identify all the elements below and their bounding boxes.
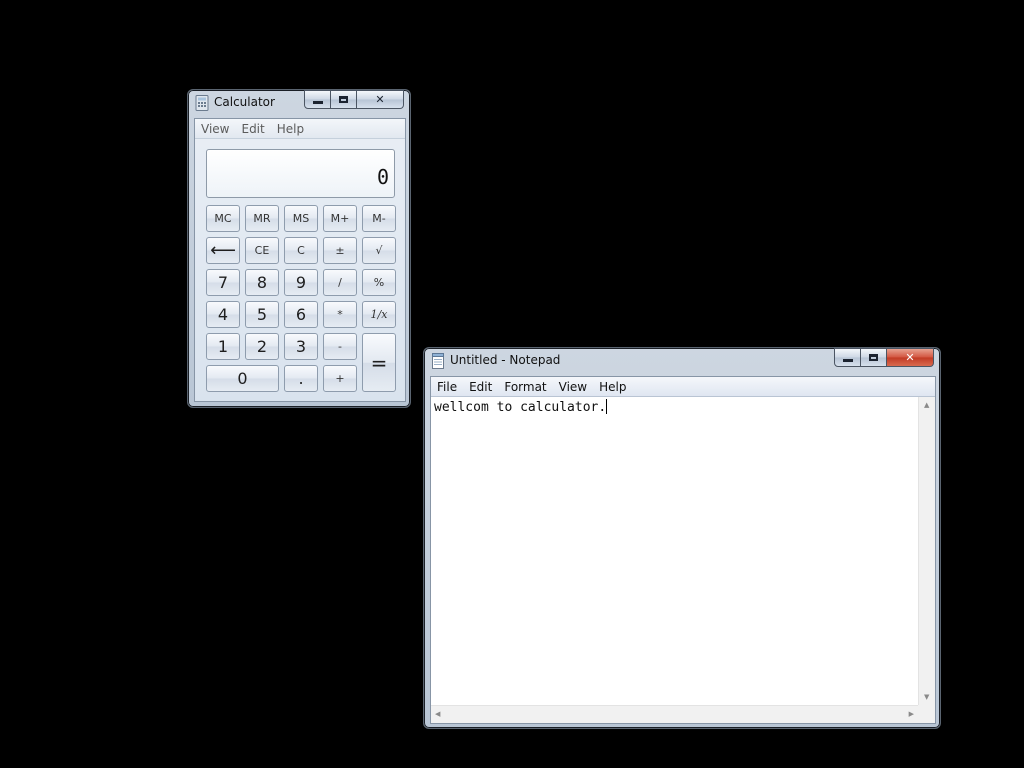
plus-button[interactable]: + xyxy=(323,365,357,392)
digit-0-button[interactable]: 0 xyxy=(206,365,279,392)
calculator-menubar: View Edit Help xyxy=(195,119,405,139)
minimize-icon xyxy=(312,100,323,104)
notepad-menu-view[interactable]: View xyxy=(553,380,593,394)
vertical-scrollbar[interactable]: ▲ ▼ xyxy=(918,397,935,705)
notepad-menu-edit[interactable]: Edit xyxy=(463,380,498,394)
notepad-icon xyxy=(432,353,444,369)
reciprocal-button[interactable]: 1/x xyxy=(362,301,396,328)
digit-5-button[interactable]: 5 xyxy=(245,301,279,328)
clear-button[interactable]: C xyxy=(284,237,318,264)
calc-menu-view[interactable]: View xyxy=(195,122,235,136)
notepad-menu-help[interactable]: Help xyxy=(593,380,632,394)
notepad-minimize-button[interactable] xyxy=(834,348,861,367)
digit-7-button[interactable]: 7 xyxy=(206,269,240,296)
close-icon: ✕ xyxy=(375,93,385,106)
notepad-menu-file[interactable]: File xyxy=(431,380,463,394)
calculator-icon xyxy=(195,95,209,111)
close-icon: ✕ xyxy=(905,351,915,364)
maximize-icon xyxy=(339,96,348,103)
calculator-minimize-button[interactable] xyxy=(304,90,331,109)
horizontal-scrollbar[interactable]: ◀ ▶ xyxy=(431,705,918,723)
digit-2-button[interactable]: 2 xyxy=(245,333,279,360)
notepad-text-area[interactable]: wellcom to calculator. xyxy=(431,397,918,705)
calculator-close-button[interactable]: ✕ xyxy=(357,90,404,109)
notepad-menubar: File Edit Format View Help xyxy=(431,377,935,397)
digit-4-button[interactable]: 4 xyxy=(206,301,240,328)
calculator-body: View Edit Help 0 MC MR MS M+ M- ⟵ CE C ±… xyxy=(194,118,406,402)
divide-button[interactable]: / xyxy=(323,269,357,296)
decimal-button[interactable]: . xyxy=(284,365,318,392)
calculator-titlebar[interactable]: Calculator ✕ xyxy=(188,90,410,116)
ms-button[interactable]: MS xyxy=(284,205,318,232)
m-minus-button[interactable]: M- xyxy=(362,205,396,232)
backspace-button[interactable]: ⟵ xyxy=(206,237,240,264)
notepad-titlebar[interactable]: Untitled - Notepad ✕ xyxy=(424,348,940,374)
calculator-maximize-button[interactable] xyxy=(331,90,357,109)
m-plus-button[interactable]: M+ xyxy=(323,205,357,232)
calculator-display: 0 xyxy=(206,149,395,198)
digit-6-button[interactable]: 6 xyxy=(284,301,318,328)
scroll-right-arrow-icon[interactable]: ▶ xyxy=(909,710,914,718)
notepad-text-line: wellcom to calculator. xyxy=(434,399,608,415)
plus-minus-button[interactable]: ± xyxy=(323,237,357,264)
resize-grip[interactable] xyxy=(918,705,935,723)
sqrt-button[interactable]: √ xyxy=(362,237,396,264)
mr-button[interactable]: MR xyxy=(245,205,279,232)
calc-menu-help[interactable]: Help xyxy=(271,122,310,136)
notepad-window: Untitled - Notepad ✕ File Edit Format Vi… xyxy=(423,347,941,729)
minimize-icon xyxy=(842,358,853,362)
digit-8-button[interactable]: 8 xyxy=(245,269,279,296)
calc-menu-edit[interactable]: Edit xyxy=(235,122,270,136)
percent-button[interactable]: % xyxy=(362,269,396,296)
calculator-window: Calculator ✕ View Edit Help 0 MC MR MS M… xyxy=(187,89,411,408)
maximize-icon xyxy=(869,354,878,361)
notepad-title: Untitled - Notepad xyxy=(450,353,561,367)
calculator-title: Calculator xyxy=(214,95,275,109)
ce-button[interactable]: CE xyxy=(245,237,279,264)
scroll-down-arrow-icon[interactable]: ▼ xyxy=(924,693,929,701)
notepad-text: wellcom to calculator. xyxy=(434,400,607,415)
scroll-up-arrow-icon[interactable]: ▲ xyxy=(924,401,929,409)
notepad-menu-format[interactable]: Format xyxy=(498,380,552,394)
equals-button[interactable]: = xyxy=(362,333,396,392)
digit-3-button[interactable]: 3 xyxy=(284,333,318,360)
minus-button[interactable]: - xyxy=(323,333,357,360)
multiply-button[interactable]: * xyxy=(323,301,357,328)
notepad-close-button[interactable]: ✕ xyxy=(887,348,934,367)
mc-button[interactable]: MC xyxy=(206,205,240,232)
digit-9-button[interactable]: 9 xyxy=(284,269,318,296)
notepad-body: File Edit Format View Help wellcom to ca… xyxy=(430,376,936,724)
scroll-left-arrow-icon[interactable]: ◀ xyxy=(435,710,440,718)
text-caret xyxy=(606,399,608,414)
display-value: 0 xyxy=(376,165,389,189)
digit-1-button[interactable]: 1 xyxy=(206,333,240,360)
notepad-maximize-button[interactable] xyxy=(861,348,887,367)
